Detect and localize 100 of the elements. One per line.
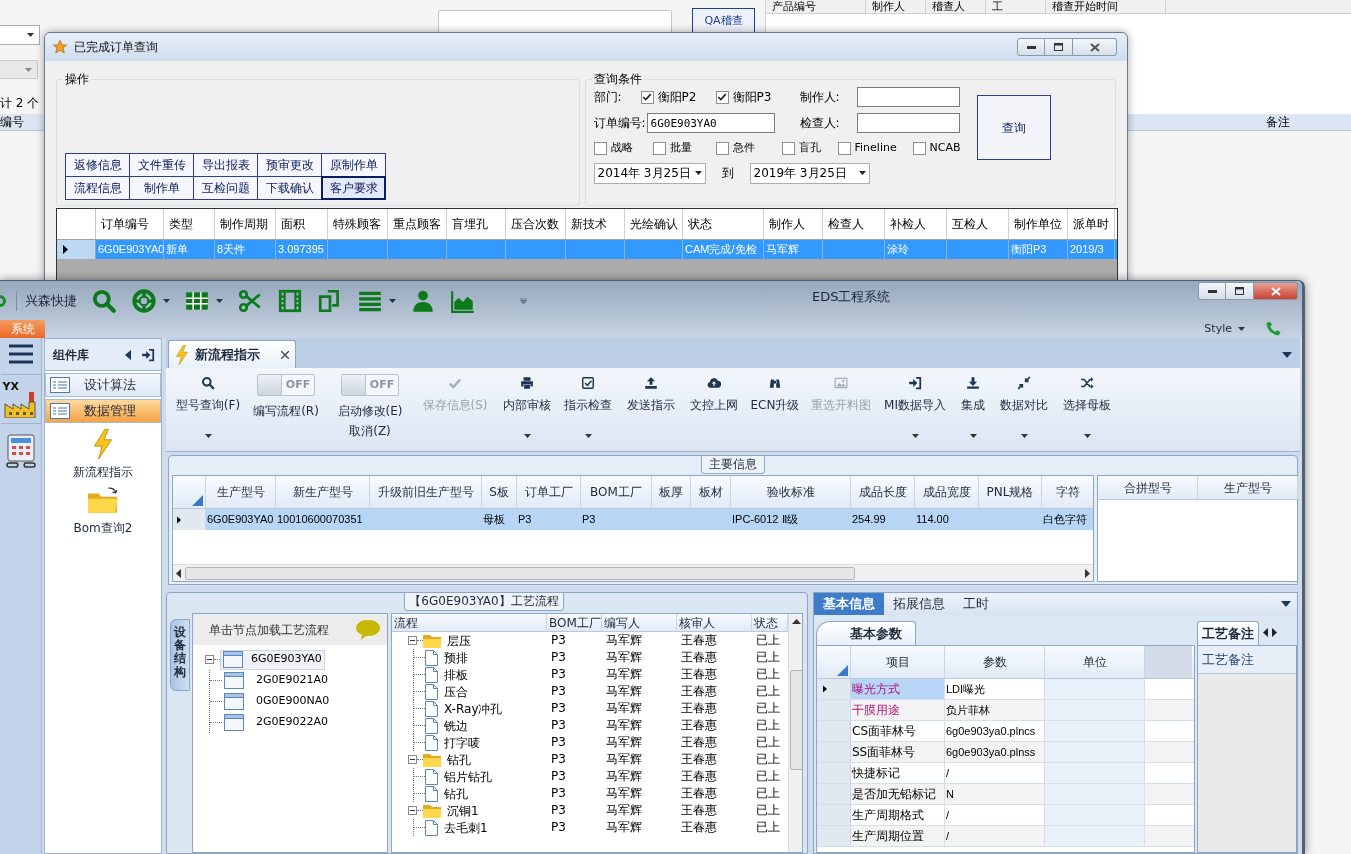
checkbox[interactable] xyxy=(715,141,729,155)
tab[interactable]: 基本信息 xyxy=(814,593,884,615)
column-header[interactable]: 产品编号 xyxy=(766,0,866,13)
lifebuoy-icon[interactable] xyxy=(131,287,157,314)
maker-field[interactable] xyxy=(856,87,960,107)
tab[interactable]: 基本参数 xyxy=(816,621,916,645)
table-row[interactable]: 6G0E903YA0 10010600070351 母板 P3 P3 IPC-6012 Ⅱ级 254.99 114.00 白色字符 xyxy=(173,509,1093,530)
column-header[interactable]: 互检人 xyxy=(947,209,1009,239)
tree-node[interactable]: 打字唛 xyxy=(444,733,480,752)
column-header[interactable]: 项目 xyxy=(851,646,945,678)
action-button[interactable]: 客户要求 xyxy=(321,176,386,200)
order-number-field[interactable]: 6G0E903YA0 xyxy=(646,113,775,133)
tab[interactable]: 拓展信息 xyxy=(884,593,954,615)
column-header[interactable]: 状态 xyxy=(683,209,764,239)
maximize-button[interactable] xyxy=(1045,38,1073,56)
column-header[interactable]: 制作单位 xyxy=(1009,209,1068,239)
column-header[interactable]: 核审人 xyxy=(677,614,752,631)
column-header[interactable]: 补检人 xyxy=(885,209,947,239)
column-header[interactable]: 板厚 xyxy=(652,476,691,508)
category-item[interactable]: 数据管理 xyxy=(45,399,161,423)
dropdown-icon[interactable] xyxy=(1282,352,1292,358)
search-button[interactable]: 查询 xyxy=(976,95,1051,160)
caret-left-icon[interactable] xyxy=(125,349,131,360)
column-header[interactable]: 稽查人 xyxy=(926,0,986,13)
column-header[interactable]: 验收标准 xyxy=(731,476,851,508)
action-button[interactable]: 流程信息 xyxy=(65,176,130,200)
toolbar-button[interactable]: MI数据导入 xyxy=(878,374,952,444)
dropdown-field[interactable] xyxy=(0,25,40,45)
tree-node[interactable]: 0G0E900NA0 xyxy=(222,691,332,712)
collapse-icon[interactable] xyxy=(205,655,214,664)
toolbar-button[interactable]: ECN升级 xyxy=(746,374,804,444)
scroll-right-icon[interactable] xyxy=(1272,628,1277,637)
table-row[interactable]: SS面菲林号 6g0e903ya0.plnss xyxy=(817,742,1194,763)
column-header[interactable]: 检查人 xyxy=(823,209,885,239)
table-row[interactable]: 曝光方式 LDI曝光 xyxy=(817,679,1194,700)
checkbox[interactable] xyxy=(715,90,729,104)
menu-icon[interactable] xyxy=(8,344,33,364)
column-header[interactable]: 工 xyxy=(986,0,1046,13)
column-header[interactable]: 流程 xyxy=(392,614,547,631)
date-picker[interactable]: 2014年 3月25日 xyxy=(593,162,706,184)
checkbox[interactable] xyxy=(593,141,607,155)
action-button[interactable]: 下载确认 xyxy=(257,176,322,200)
checkbox[interactable] xyxy=(640,90,654,104)
column-header[interactable]: 合拼型号 xyxy=(1098,476,1198,499)
column-header[interactable]: 稽查开始时间 xyxy=(1046,0,1166,13)
column-header[interactable]: 压合次数 xyxy=(506,209,566,239)
tree-node[interactable]: 6G0E903YA0 xyxy=(220,649,325,670)
tree-node[interactable]: 铣边 xyxy=(444,716,468,735)
column-header[interactable]: 编号 xyxy=(0,114,24,131)
column-header[interactable]: 工艺备注 xyxy=(1198,646,1296,674)
column-header[interactable]: 字符 xyxy=(1042,476,1093,508)
action-button[interactable]: 导出报表 xyxy=(193,153,258,177)
side-tab[interactable]: 设备结构 xyxy=(170,619,190,691)
tree-node[interactable]: 沉铜1 xyxy=(447,801,479,820)
tree-node[interactable]: X-Ray冲孔 xyxy=(444,699,503,718)
column-header[interactable]: 生产型号 xyxy=(206,476,276,508)
scroll-up-icon[interactable] xyxy=(792,619,801,624)
tab[interactable]: 工时 xyxy=(954,593,998,615)
toolbar-button[interactable]: 文控上网 xyxy=(682,374,746,444)
column-header[interactable]: 制作周期 xyxy=(215,209,276,239)
column-header[interactable]: 生产型号 xyxy=(1198,476,1298,499)
column-header[interactable]: 制作人 xyxy=(764,209,823,239)
collapse-icon[interactable] xyxy=(408,806,417,815)
toolbar-button[interactable]: 型号查询(F) xyxy=(172,374,244,444)
column-header[interactable]: 特殊顾客 xyxy=(328,209,388,239)
checkbox[interactable] xyxy=(652,141,666,155)
action-button[interactable]: 原制作单 xyxy=(321,153,386,177)
tree-node[interactable]: 层压 xyxy=(447,631,471,650)
scrollbar-thumb[interactable] xyxy=(185,566,855,580)
toolbar-button[interactable]: 数据对比 xyxy=(994,374,1054,444)
launcher-item[interactable]: Bom查询2 xyxy=(45,487,161,537)
date-picker[interactable]: 2019年 3月25日 xyxy=(749,162,870,184)
document-tab[interactable]: 新流程指示 xyxy=(168,340,296,368)
column-header[interactable]: 订单工厂 xyxy=(517,476,581,508)
column-header[interactable]: 订单编号 xyxy=(96,209,164,239)
calculator-icon[interactable] xyxy=(5,434,36,468)
minimize-button[interactable] xyxy=(1017,38,1045,56)
tree-node[interactable]: 预排 xyxy=(444,648,468,667)
style-menu[interactable]: Style xyxy=(1204,320,1245,337)
enter-icon[interactable] xyxy=(141,347,155,362)
action-button[interactable]: 返修信息 xyxy=(65,153,130,177)
collapse-icon[interactable] xyxy=(408,755,417,764)
close-button[interactable] xyxy=(1073,38,1117,56)
scrollbar[interactable] xyxy=(788,614,802,852)
column-header[interactable]: 新技术 xyxy=(566,209,625,239)
table-row[interactable]: 生产周期格式 / xyxy=(817,805,1194,826)
column-header[interactable]: 升级前旧生产型号 xyxy=(370,476,482,508)
close-icon[interactable] xyxy=(281,350,289,359)
column-header[interactable]: 成品长度 xyxy=(851,476,915,508)
action-button[interactable]: 互检问题 xyxy=(193,176,258,200)
factory-icon[interactable] xyxy=(2,392,39,418)
tree-node[interactable]: 去毛刺1 xyxy=(444,818,488,837)
column-header[interactable]: BOM工厂 xyxy=(547,614,602,631)
column-header[interactable]: 盲埋孔 xyxy=(447,209,506,239)
table-row[interactable]: 干膜用途 负片菲林 xyxy=(817,700,1194,721)
corner-icon[interactable] xyxy=(192,495,203,506)
scrollbar[interactable] xyxy=(173,564,1093,581)
column-header[interactable]: 板材 xyxy=(691,476,731,508)
column-header[interactable]: PNL规格 xyxy=(979,476,1042,508)
category-item[interactable]: 设计算法 xyxy=(45,373,161,397)
